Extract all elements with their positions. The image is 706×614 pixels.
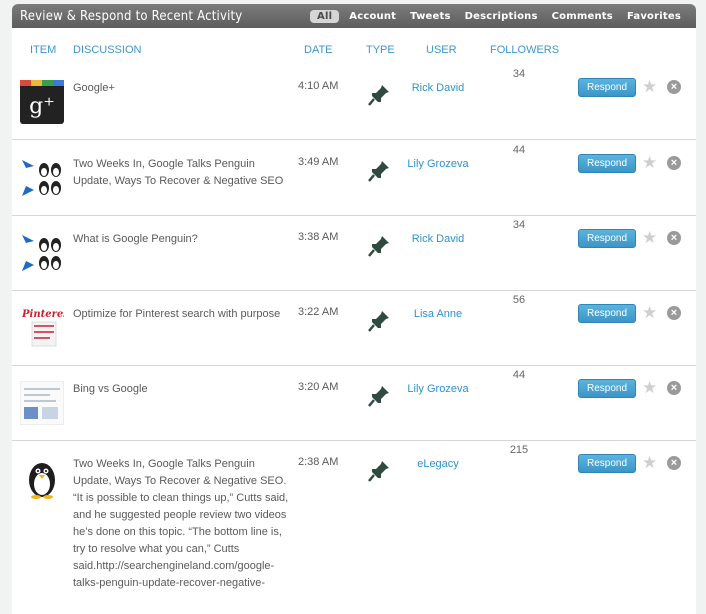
filter-comments[interactable]: Comments bbox=[545, 10, 620, 23]
respond-button[interactable]: Respond bbox=[578, 454, 636, 473]
followers-count: 34 bbox=[512, 68, 526, 80]
star-icon[interactable]: ★ bbox=[642, 379, 657, 397]
discussion-text[interactable]: Bing vs Google bbox=[73, 381, 293, 398]
panel-title: Review & Respond to Recent Activity bbox=[20, 8, 243, 24]
star-icon[interactable]: ★ bbox=[642, 229, 657, 247]
filter-account[interactable]: Account bbox=[342, 10, 403, 23]
activity-row: Pinterest Optimize for Pinterest search … bbox=[12, 290, 696, 366]
column-header-item: ITEM bbox=[30, 44, 57, 56]
penguin-update-icon bbox=[20, 156, 64, 200]
filter-favorites[interactable]: Favorites bbox=[620, 10, 688, 23]
column-header-discussion: DISCUSSION bbox=[73, 44, 142, 56]
pushpin-icon bbox=[366, 383, 392, 409]
close-icon[interactable]: × bbox=[667, 80, 681, 94]
close-icon[interactable]: × bbox=[667, 156, 681, 170]
column-header-user: USER bbox=[426, 44, 457, 56]
bing-vs-google-icon bbox=[19, 380, 65, 426]
svg-text:Pinterest: Pinterest bbox=[21, 309, 64, 320]
user-link[interactable]: eLegacy bbox=[407, 456, 469, 473]
date: 3:49 AM bbox=[298, 156, 339, 168]
activity-row: Two Weeks In, Google Talks Penguin Updat… bbox=[12, 440, 696, 614]
star-icon[interactable]: ★ bbox=[642, 454, 657, 472]
date: 4:10 AM bbox=[298, 80, 339, 92]
followers-count: 56 bbox=[512, 294, 526, 306]
panel-header: Review & Respond to Recent Activity All … bbox=[12, 4, 696, 28]
discussion-text[interactable]: Two Weeks In, Google Talks Penguin Updat… bbox=[73, 456, 293, 592]
close-icon[interactable]: × bbox=[667, 306, 681, 320]
filter-tabs: All Account Tweets Descriptions Comments… bbox=[310, 9, 688, 23]
date: 3:38 AM bbox=[298, 231, 339, 243]
date: 3:20 AM bbox=[298, 381, 339, 393]
user-link[interactable]: Lisa Anne bbox=[407, 306, 469, 323]
followers-count: 44 bbox=[512, 369, 526, 381]
followers-count: 44 bbox=[512, 144, 526, 156]
close-icon[interactable]: × bbox=[667, 381, 681, 395]
discussion-text[interactable]: What is Google Penguin? bbox=[73, 231, 293, 248]
activity-row: Bing vs Google 3:20 AM Lily Grozeva 44 R… bbox=[12, 365, 696, 441]
filter-tweets[interactable]: Tweets bbox=[403, 10, 457, 23]
star-icon[interactable]: ★ bbox=[642, 304, 657, 322]
user-link[interactable]: Lily Grozeva bbox=[407, 156, 469, 173]
pushpin-icon bbox=[366, 308, 392, 334]
activity-row: g⁺ Google+ 4:10 AM Rick David 34 Respond… bbox=[12, 64, 696, 140]
penguin-update-icon bbox=[20, 231, 64, 275]
discussion-text[interactable]: Google+ bbox=[73, 80, 293, 97]
star-icon[interactable]: ★ bbox=[642, 78, 657, 96]
pushpin-icon bbox=[366, 458, 392, 484]
activity-row: What is Google Penguin? 3:38 AM Rick Dav… bbox=[12, 215, 696, 291]
column-header-date: DATE bbox=[304, 44, 333, 56]
followers-count: 215 bbox=[509, 444, 529, 456]
column-header-type: TYPE bbox=[366, 44, 395, 56]
user-link[interactable]: Rick David bbox=[407, 231, 469, 248]
discussion-text[interactable]: Optimize for Pinterest search with purpo… bbox=[73, 306, 293, 323]
followers-count: 34 bbox=[512, 219, 526, 231]
penguin-icon bbox=[20, 456, 64, 500]
respond-button[interactable]: Respond bbox=[578, 379, 636, 398]
close-icon[interactable]: × bbox=[667, 456, 681, 470]
close-icon[interactable]: × bbox=[667, 231, 681, 245]
pinterest-icon: Pinterest bbox=[20, 306, 74, 350]
discussion-text[interactable]: Two Weeks In, Google Talks Penguin Updat… bbox=[73, 156, 293, 190]
respond-button[interactable]: Respond bbox=[578, 229, 636, 248]
respond-button[interactable]: Respond bbox=[578, 154, 636, 173]
respond-button[interactable]: Respond bbox=[578, 78, 636, 97]
column-header-followers: FOLLOWERS bbox=[490, 44, 560, 56]
google-plus-icon: g⁺ bbox=[20, 80, 64, 124]
filter-all[interactable]: All bbox=[310, 9, 340, 23]
pushpin-icon bbox=[366, 233, 392, 259]
filter-descriptions[interactable]: Descriptions bbox=[458, 10, 545, 23]
user-link[interactable]: Rick David bbox=[407, 80, 469, 97]
user-link[interactable]: Lily Grozeva bbox=[407, 381, 469, 398]
svg-text:g⁺: g⁺ bbox=[29, 94, 55, 119]
pushpin-icon bbox=[366, 82, 392, 108]
respond-button[interactable]: Respond bbox=[578, 304, 636, 323]
date: 2:38 AM bbox=[298, 456, 339, 468]
pushpin-icon bbox=[366, 158, 392, 184]
activity-panel: Review & Respond to Recent Activity All … bbox=[12, 4, 696, 614]
star-icon[interactable]: ★ bbox=[642, 154, 657, 172]
date: 3:22 AM bbox=[298, 306, 339, 318]
activity-row: Two Weeks In, Google Talks Penguin Updat… bbox=[12, 140, 696, 216]
